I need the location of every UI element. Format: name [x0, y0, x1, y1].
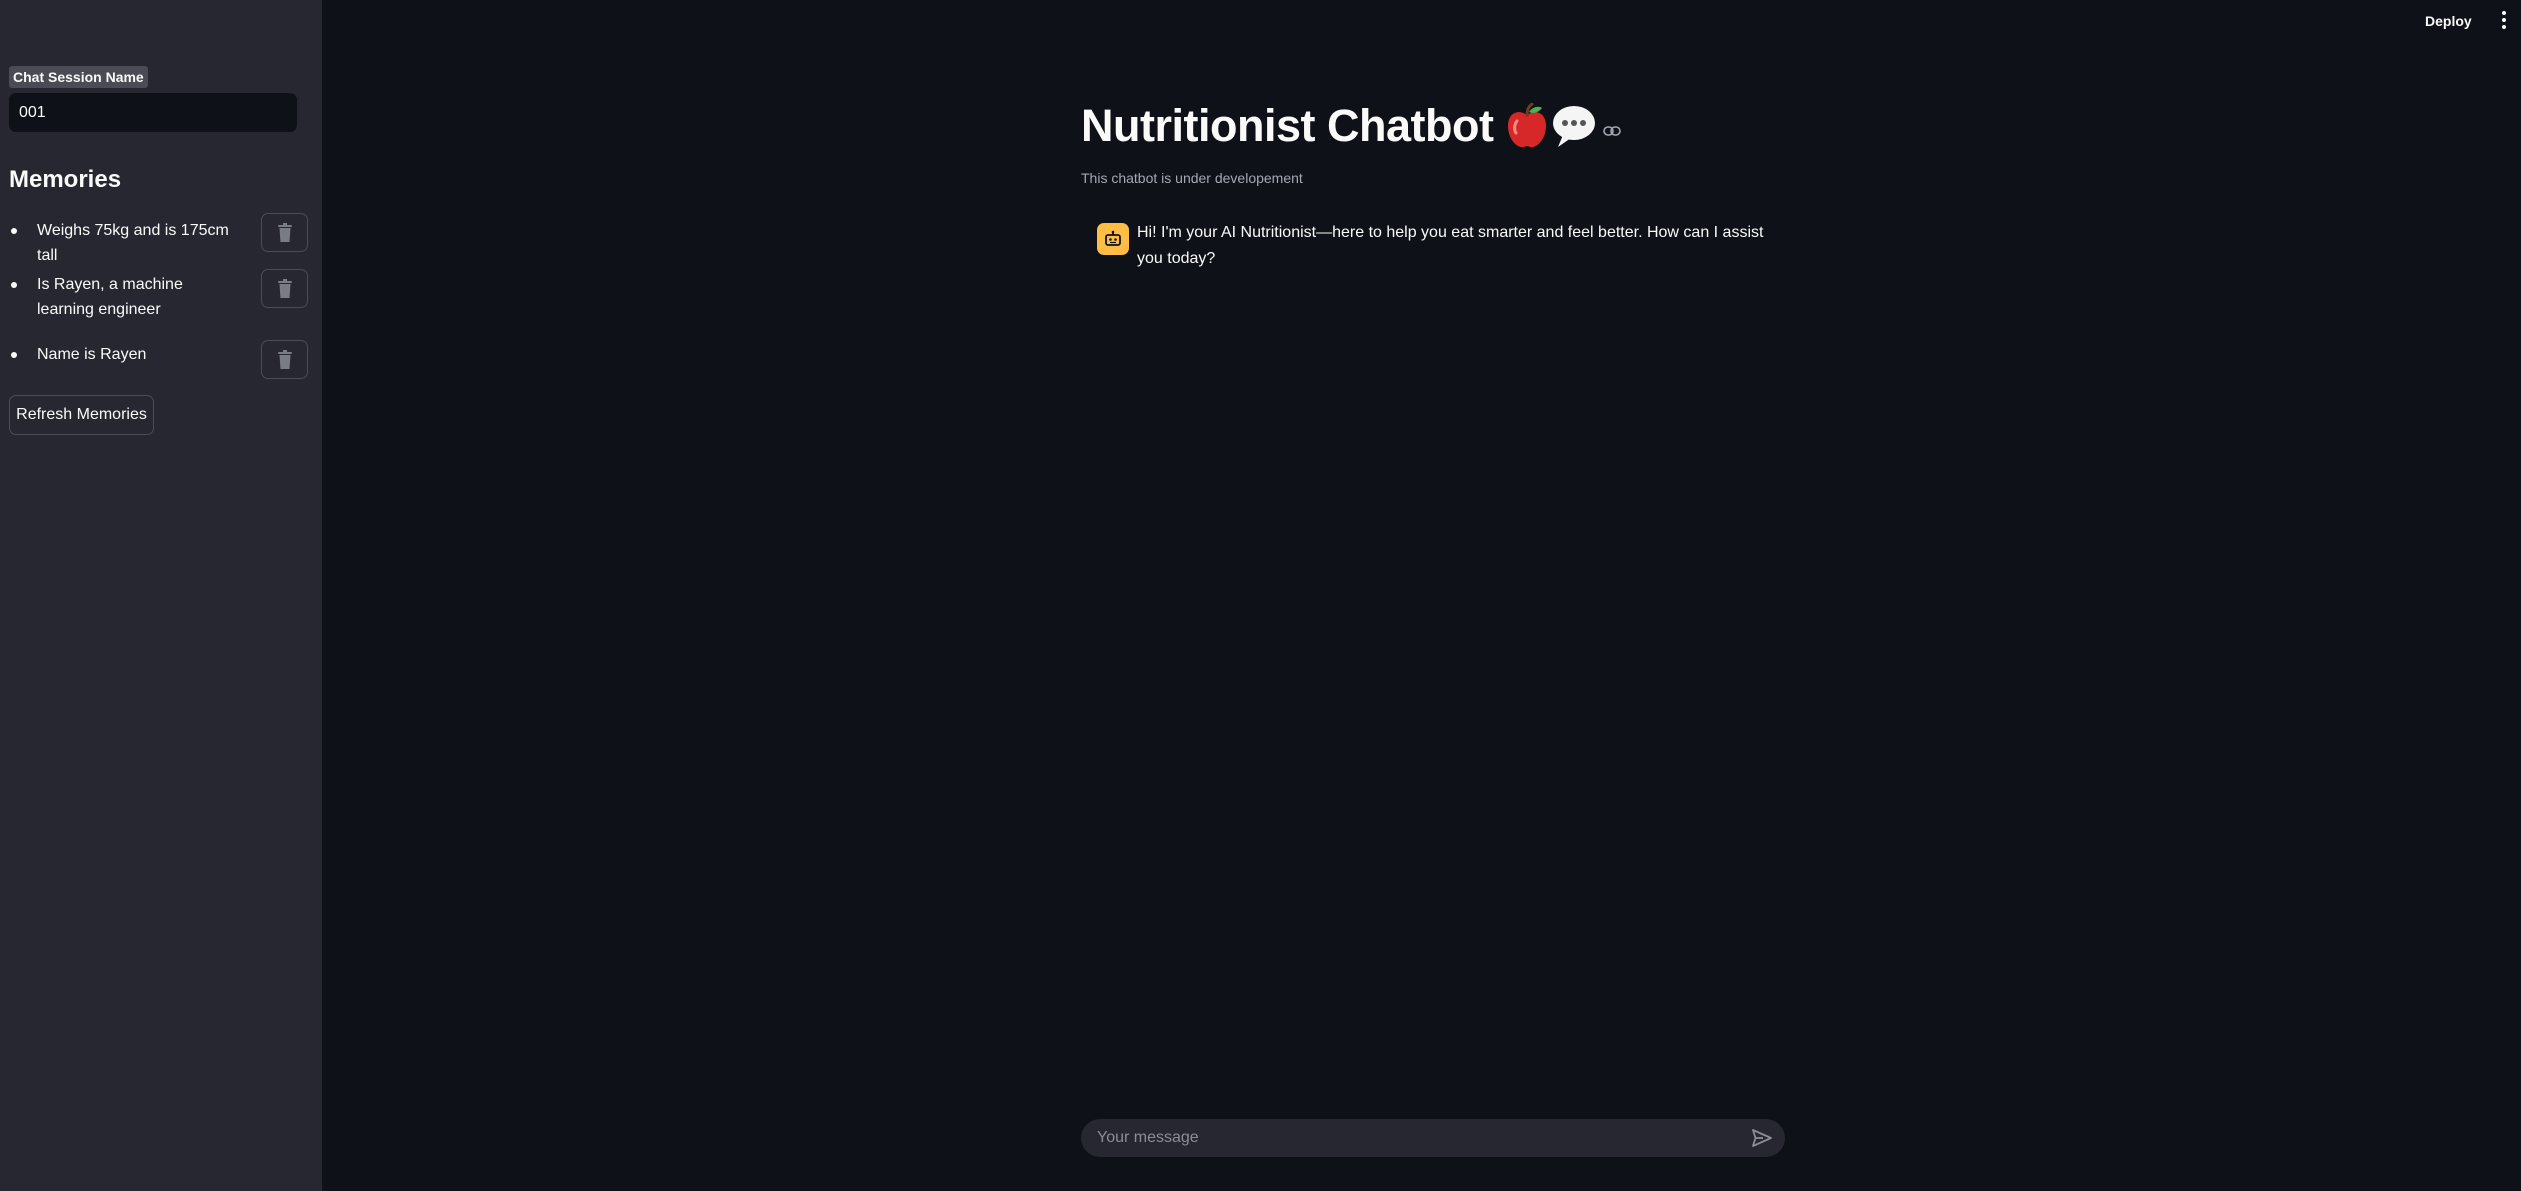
page-subtitle: This chatbot is under developement [1081, 170, 1303, 186]
chat-input-container [1081, 1119, 1785, 1157]
bullet-icon [11, 282, 17, 288]
chat-message-input[interactable] [1097, 1119, 1717, 1157]
send-button[interactable] [1751, 1128, 1773, 1148]
deploy-button[interactable]: Deploy [2425, 10, 2472, 32]
session-name-label: Chat Session Name [9, 66, 148, 88]
message-text: Hi! I'm your AI Nutritionist—here to hel… [1137, 224, 1764, 267]
memory-text: Is Rayen, a machine learning engineer [37, 276, 183, 318]
bullet-icon [11, 352, 17, 358]
trash-icon [277, 222, 292, 242]
apple-icon [1508, 103, 1547, 148]
page-title: Nutritionist Chatbot [1081, 100, 1494, 151]
bullet-icon [11, 228, 17, 234]
trash-icon [277, 278, 292, 298]
title-emojis [1505, 103, 1597, 149]
sidebar: Chat Session Name Memories Weighs 75kg a… [0, 0, 322, 1191]
trash-icon [277, 349, 292, 369]
send-icon [1752, 1129, 1772, 1147]
delete-memory-button[interactable] [261, 269, 308, 308]
delete-memory-button[interactable] [261, 213, 308, 252]
more-vertical-icon[interactable] [2497, 9, 2511, 31]
refresh-memories-button[interactable]: Refresh Memories [9, 395, 154, 435]
link-icon[interactable] [1603, 125, 1622, 137]
app-root: Chat Session Name Memories Weighs 75kg a… [0, 0, 2521, 1191]
memories-heading: Memories [9, 166, 122, 193]
title-row: Nutritionist Chatbot [1081, 98, 1622, 154]
memory-text: Weighs 75kg and is 175cm tall [37, 222, 229, 264]
session-name-input[interactable] [9, 93, 297, 132]
delete-memory-button[interactable] [261, 340, 308, 379]
speech-bubble-icon [1553, 106, 1596, 147]
bot-avatar [1097, 223, 1129, 255]
memory-text: Name is Rayen [37, 346, 147, 363]
robot-icon [1105, 230, 1121, 246]
